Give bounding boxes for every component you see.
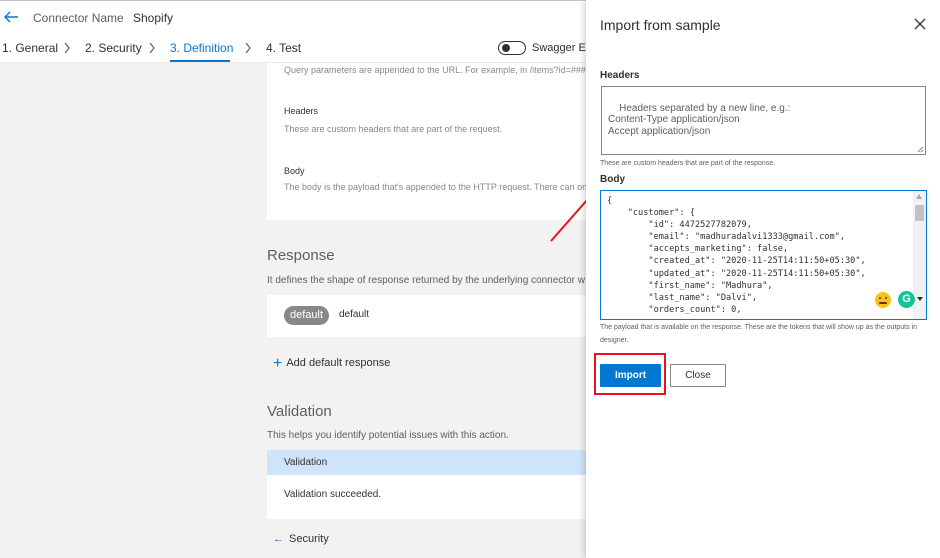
- tab-general[interactable]: 1. General: [2, 41, 58, 55]
- close-button[interactable]: Close: [670, 364, 726, 387]
- validation-header[interactable]: Validation: [267, 450, 590, 475]
- swagger-editor-toggle[interactable]: [498, 41, 526, 55]
- validation-result-text: Validation succeeded.: [284, 489, 382, 500]
- validation-result: Validation succeeded.: [267, 475, 590, 519]
- chevron-right-icon: [149, 42, 155, 54]
- response-default-pill[interactable]: default: [284, 306, 330, 325]
- toggle-knob: [502, 44, 510, 52]
- chevron-right-icon: [64, 42, 70, 54]
- body-code: { "customer": { "id": 4472527782079, "em…: [607, 196, 866, 315]
- headers-textarea[interactable]: Headers separated by a new line, e.g.: C…: [601, 86, 926, 155]
- active-tab-indicator: [170, 60, 230, 62]
- response-default-text: default: [339, 309, 370, 320]
- response-card: default default: [267, 295, 590, 337]
- scroll-thumb[interactable]: [915, 205, 924, 221]
- panel-body-help: The payload that is available on the res…: [600, 324, 918, 344]
- arrow-left-icon: ←: [273, 533, 284, 545]
- validation-desc: This helps you identify potential issues…: [267, 430, 509, 441]
- request-headers-help: These are custom headers that are part o…: [284, 124, 503, 134]
- tab-definition[interactable]: 3. Definition: [170, 41, 233, 55]
- panel-body-label: Body: [600, 174, 625, 185]
- validation-title: Validation: [267, 403, 332, 420]
- top-bar: Connector Name Shopify: [0, 0, 590, 33]
- emoji-icon[interactable]: [875, 292, 891, 308]
- scroll-up-icon[interactable]: [916, 194, 922, 199]
- back-to-security-label: Security: [289, 533, 329, 545]
- tab-security[interactable]: 2. Security: [85, 41, 142, 55]
- request-body-label: Body: [284, 166, 305, 176]
- definition-content: Query parameters are appended to the URL…: [0, 63, 590, 558]
- headers-placeholder: Headers separated by a new line, e.g.: C…: [608, 102, 791, 137]
- request-headers-label: Headers: [284, 106, 319, 116]
- grammarly-caret-icon[interactable]: [917, 297, 923, 301]
- panel-headers-label: Headers: [600, 70, 640, 81]
- validation-header-label: Validation: [284, 457, 328, 468]
- back-to-security-button[interactable]: ← Security: [273, 533, 329, 545]
- import-from-sample-panel: Import from sample Headers Headers separ…: [586, 0, 940, 558]
- import-button[interactable]: Import: [600, 364, 661, 387]
- response-desc: It defines the shape of response returne…: [267, 275, 585, 286]
- response-title: Response: [267, 247, 335, 264]
- request-body-help: The body is the payload that's appended …: [284, 182, 590, 192]
- grammarly-icon[interactable]: G: [898, 291, 915, 308]
- chevron-right-icon: [245, 42, 251, 54]
- plus-icon: +: [273, 355, 283, 372]
- add-default-response-button[interactable]: + Add default response: [273, 355, 390, 373]
- close-icon[interactable]: [914, 18, 926, 30]
- back-arrow-icon[interactable]: [2, 9, 20, 25]
- body-textarea[interactable]: { "customer": { "id": 4472527782079, "em…: [600, 190, 927, 320]
- query-help-text: Query parameters are appended to the URL…: [284, 65, 590, 75]
- wizard-tabs: 1. General 2. Security 3. Definition 4. …: [0, 33, 594, 63]
- resize-handle-icon[interactable]: [917, 146, 924, 153]
- connector-name-label: Connector Name: [33, 11, 124, 25]
- panel-title: Import from sample: [600, 17, 721, 33]
- request-card: Query parameters are appended to the URL…: [267, 63, 590, 220]
- connector-name-value[interactable]: Shopify: [133, 11, 173, 25]
- panel-headers-help: These are custom headers that are part o…: [600, 160, 776, 167]
- add-default-response-label: Add default response: [286, 357, 391, 369]
- tab-test[interactable]: 4. Test: [266, 41, 301, 55]
